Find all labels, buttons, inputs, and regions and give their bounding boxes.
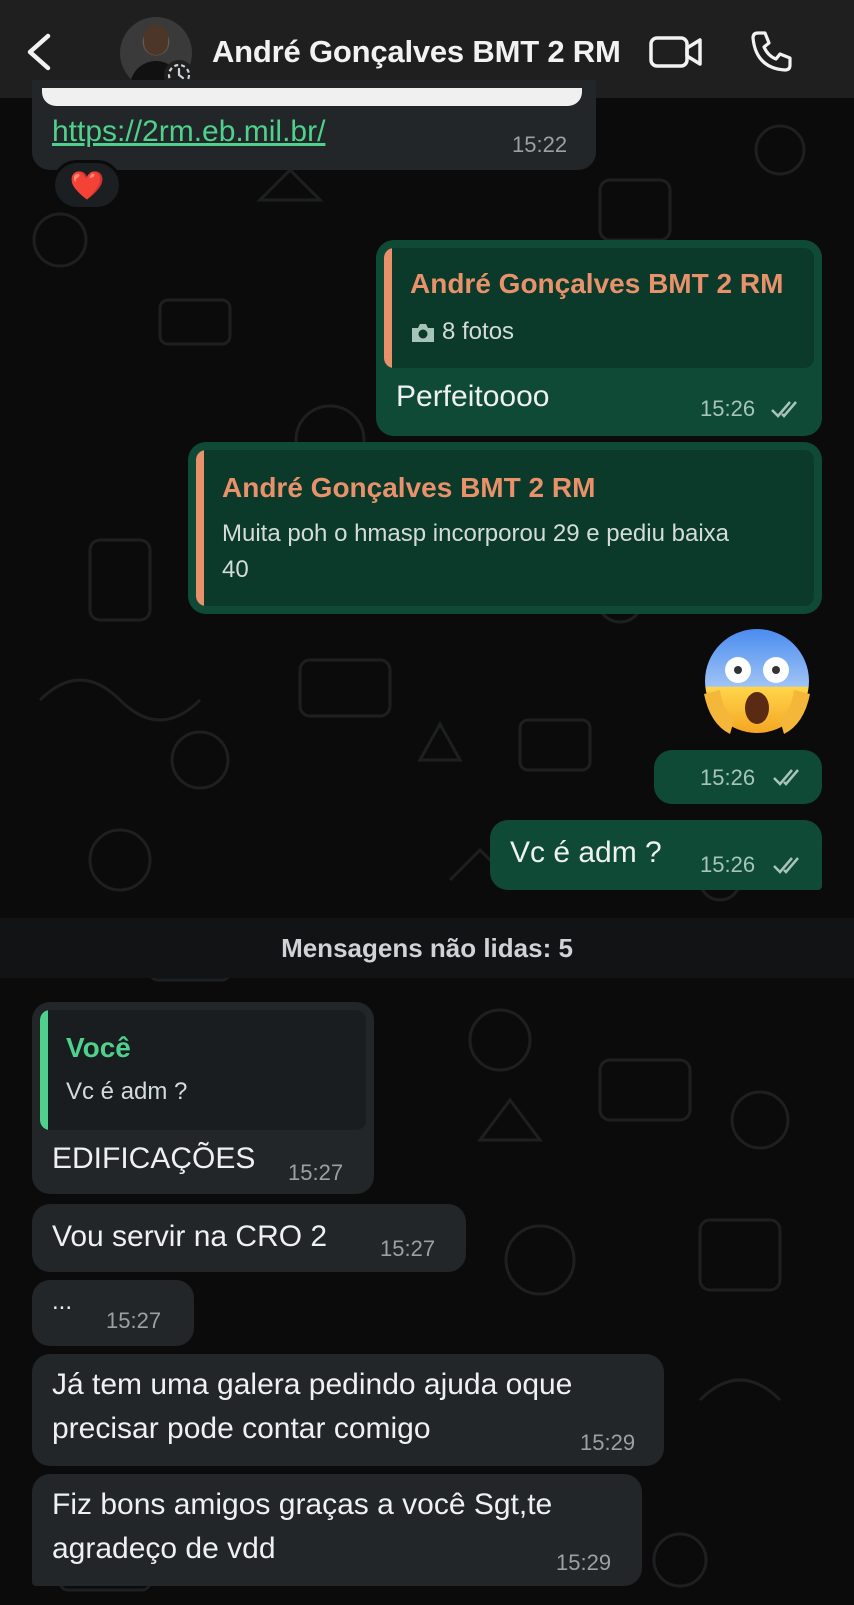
reaction-badge[interactable]: ❤️: [52, 160, 122, 210]
video-camera-icon: [649, 36, 702, 68]
message-text-line: agradeço de vdd: [52, 1532, 276, 1565]
message-text: Perfeitoooo: [396, 380, 550, 413]
message-bubble-incoming[interactable]: Vou servir na CRO 2 15:27: [32, 1204, 466, 1272]
message-time: 15:27: [288, 1160, 344, 1185]
face-screaming-emoji-icon: [704, 629, 810, 734]
message-bubble-outgoing[interactable]: André Gonçalves BMT 2 RM Muita poh o hma…: [188, 442, 822, 614]
video-call-button[interactable]: [648, 30, 704, 74]
message-time: 15:26: [700, 396, 756, 421]
contact-name[interactable]: André Gonçalves BMT 2 RM: [212, 34, 621, 70]
message-bubble-incoming[interactable]: Fiz bons amigos graças a você Sgt,te agr…: [32, 1474, 642, 1586]
quoted-sender: André Gonçalves BMT 2 RM: [410, 268, 784, 299]
quoted-text: 8 fotos: [442, 318, 515, 345]
quoted-sender: André Gonçalves BMT 2 RM: [222, 472, 596, 503]
message-text-line: Já tem uma galera pedindo ajuda oque: [52, 1368, 573, 1401]
message-text: EDIFICAÇÕES: [52, 1142, 256, 1175]
quoted-text-line: Muita poh o hmasp incorporou 29 e pediu …: [222, 520, 729, 547]
message-time: 15:27: [106, 1308, 162, 1333]
read-receipt-icon: [773, 857, 799, 874]
message-bubble-incoming[interactable]: Já tem uma galera pedindo ajuda oque pre…: [32, 1354, 664, 1466]
chevron-left-icon: [27, 33, 51, 71]
unread-count-label: Mensagens não lidas: 5: [281, 932, 573, 963]
unread-messages-divider: Mensagens não lidas: 5: [0, 918, 854, 978]
read-receipt-icon: [773, 769, 799, 786]
message-bubble-outgoing[interactable]: Vc é adm ? 15:26: [490, 820, 822, 890]
message-time: 15:29: [580, 1430, 636, 1455]
message-time: 15:22: [512, 132, 568, 157]
message-time: 15:29: [556, 1550, 612, 1575]
message-time: 15:27: [380, 1236, 436, 1261]
message-bubble-outgoing[interactable]: 15:26: [654, 750, 822, 804]
quoted-message[interactable]: André Gonçalves BMT 2 RM 8 fotos: [384, 248, 814, 368]
message-text: Vou servir na CRO 2: [52, 1220, 328, 1253]
phone-icon: [751, 31, 792, 72]
link-preview-edge: [42, 88, 582, 106]
message-bubble-outgoing[interactable]: André Gonçalves BMT 2 RM 8 fotos Perfeit…: [376, 240, 822, 436]
camera-icon: [412, 324, 434, 342]
message-time: 15:26: [700, 765, 756, 790]
message-time: 15:26: [700, 852, 756, 877]
message-bubble-incoming[interactable]: Você Vc é adm ? EDIFICAÇÕES 15:27: [32, 1002, 374, 1194]
quoted-message[interactable]: André Gonçalves BMT 2 RM Muita poh o hma…: [196, 450, 814, 606]
heart-icon: ❤️: [69, 169, 105, 201]
quoted-text: Vc é adm ?: [66, 1078, 188, 1105]
emoji-message[interactable]: [700, 624, 814, 738]
quoted-message[interactable]: Você Vc é adm ?: [40, 1010, 366, 1130]
voice-call-button[interactable]: [748, 28, 794, 74]
quoted-sender: Você: [66, 1032, 131, 1063]
message-bubble-incoming[interactable]: ... 15:27: [32, 1280, 194, 1346]
read-receipt-icon: [771, 401, 797, 418]
message-text-line: precisar pode contar comigo: [52, 1412, 431, 1445]
message-link[interactable]: https://2rm.eb.mil.br/: [52, 115, 325, 149]
quoted-text-line: 40: [222, 556, 249, 583]
back-button[interactable]: [18, 30, 62, 74]
message-text: ...: [52, 1288, 73, 1315]
message-text: Vc é adm ?: [510, 836, 662, 869]
message-text-line: Fiz bons amigos graças a você Sgt,te: [52, 1488, 553, 1521]
